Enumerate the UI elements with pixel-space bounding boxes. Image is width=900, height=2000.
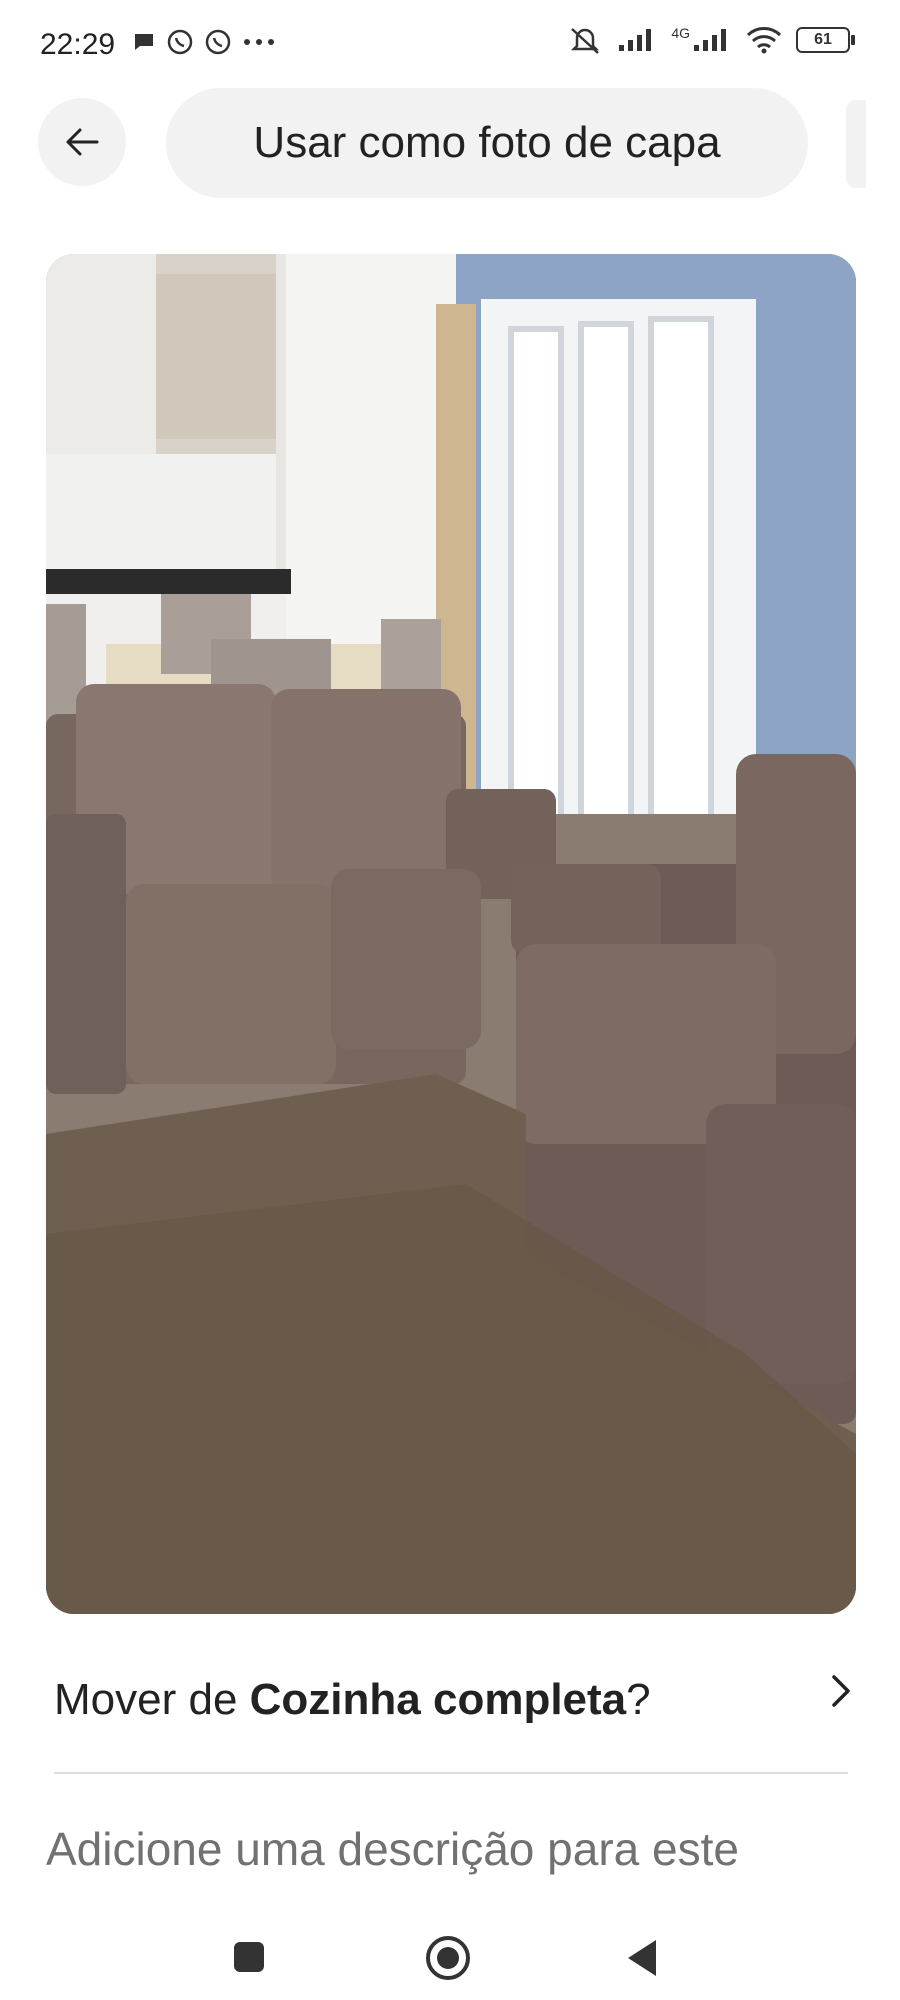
- back-button[interactable]: [38, 98, 126, 186]
- use-as-cover-photo-button[interactable]: Usar como foto de capa: [166, 88, 808, 198]
- home-button[interactable]: [424, 1934, 472, 1982]
- battery-level: 61: [814, 31, 832, 48]
- status-time: 22:29: [40, 28, 116, 61]
- more-icon: [244, 39, 274, 45]
- next-action-chip[interactable]: [846, 100, 866, 188]
- arrow-left-icon: [66, 128, 99, 156]
- back-nav-button[interactable]: [624, 1938, 660, 1978]
- move-room-row[interactable]: Mover de Cozinha completa?: [54, 1665, 854, 1745]
- signal-icon: [619, 29, 652, 51]
- system-icons: 4G 61: [567, 24, 855, 56]
- whatsapp-icon: [167, 29, 193, 55]
- divider: [54, 1772, 848, 1774]
- muted-bell-icon: [571, 28, 600, 54]
- wifi-icon: [746, 27, 782, 54]
- photo-illustration: [46, 254, 856, 1614]
- network-type-label: 4G: [671, 25, 690, 41]
- room-name: Cozinha completa: [249, 1675, 627, 1724]
- signal-icon: [694, 29, 726, 51]
- recent-apps-button[interactable]: [232, 1940, 266, 1974]
- battery-icon: 61: [796, 27, 855, 53]
- move-suffix: ?: [626, 1675, 651, 1724]
- message-icon: [135, 34, 153, 50]
- move-room-text: Mover de Cozinha completa?: [54, 1675, 651, 1725]
- move-prefix: Mover de: [54, 1675, 250, 1724]
- notification-icons: [132, 28, 276, 56]
- system-nav-bar: [0, 1900, 900, 2000]
- status-bar: 22:29 4G 61: [0, 0, 900, 90]
- description-input[interactable]: Adicione uma descrição para este: [46, 1822, 739, 1876]
- living-room-photo[interactable]: [46, 254, 856, 1614]
- whatsapp-icon: [205, 29, 231, 55]
- chevron-right-icon: [832, 1675, 850, 1707]
